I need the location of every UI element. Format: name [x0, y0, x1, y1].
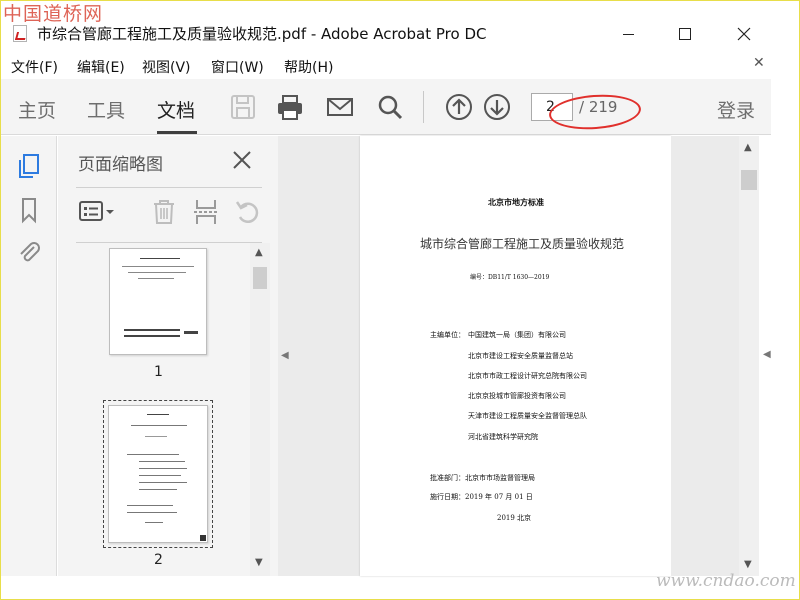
title-bar: 中国道桥网 市综合管廊工程施工及质量验收规范.pdf - Adobe Acrob… [1, 1, 799, 51]
doc-org: 中国建筑一局（集团）有限公司 [468, 331, 566, 339]
right-pane-strip: ◀ [763, 79, 799, 599]
close-icon [737, 27, 751, 41]
document-margin [671, 136, 739, 576]
window-title: 市综合管廊工程施工及质量验收规范.pdf - Adobe Acrobat Pro… [37, 25, 487, 43]
expand-right-pane-icon[interactable]: ◀ [763, 349, 771, 360]
watermark-url: www.cndao.com [656, 571, 796, 591]
save-icon[interactable] [229, 93, 257, 121]
scrollbar-thumb[interactable] [253, 267, 267, 289]
print-icon[interactable] [276, 93, 304, 121]
menu-help[interactable]: 帮助(H) [284, 57, 333, 77]
thumbnail-options-icon[interactable] [78, 198, 118, 226]
doc-approve: 批准部门：北京市市场监督管理局 [430, 474, 535, 482]
rotate-icon[interactable] [234, 198, 262, 226]
search-icon[interactable] [376, 93, 404, 121]
scroll-down-icon[interactable]: ▼ [255, 557, 263, 568]
active-tab-indicator [157, 131, 197, 134]
app-window: 中国道桥网 市综合管廊工程施工及质量验收规范.pdf - Adobe Acrob… [0, 0, 800, 600]
doc-code: 编号：DB11/T 1630—2019 [470, 274, 550, 281]
close-document-icon[interactable]: ✕ [753, 55, 765, 71]
thumbnail-number: 2 [154, 552, 163, 568]
thumbnail-scrollbar[interactable]: ▲ ▼ [250, 243, 270, 576]
crop-pages-icon[interactable] [192, 198, 220, 226]
scroll-up-icon[interactable]: ▲ [255, 247, 263, 258]
doc-org: 河北省建筑科学研究院 [468, 433, 538, 441]
doc-editor-label: 主编单位： [430, 331, 465, 339]
login-button[interactable]: 登录 [717, 96, 755, 123]
panel-title: 页面缩略图 [78, 155, 163, 175]
menu-edit[interactable]: 编辑(E) [77, 57, 125, 77]
menu-window[interactable]: 窗口(W) [211, 57, 264, 77]
menu-file[interactable]: 文件(F) [11, 57, 58, 77]
document-viewer: ◀ 北京市地方标准 城市综合管廊工程施工及质量验收规范 编号：DB11/T 16… [278, 136, 739, 576]
prev-page-icon[interactable] [445, 93, 473, 121]
tab-tools[interactable]: 工具 [87, 96, 125, 123]
thumbnail-number: 1 [154, 364, 163, 380]
scrollbar-thumb[interactable] [741, 170, 757, 190]
pdf-file-icon [13, 25, 27, 42]
page-thumbnails-icon[interactable] [15, 152, 43, 180]
doc-header: 北京市地方标准 [488, 197, 544, 207]
email-icon[interactable] [326, 93, 354, 121]
next-page-icon[interactable] [483, 93, 511, 121]
scroll-up-icon[interactable]: ▲ [744, 142, 752, 153]
doc-org: 北京京投城市管廊投资有限公司 [468, 392, 566, 400]
doc-footer: 2019 北京 [497, 514, 532, 522]
maximize-icon [679, 28, 691, 40]
minimize-button[interactable] [605, 19, 651, 49]
page-thumbnail-1[interactable] [109, 248, 207, 355]
doc-org: 北京市市政工程设计研究总院有限公司 [468, 372, 587, 380]
toolbar-divider [423, 91, 424, 123]
menu-bar: 文件(F) 编辑(E) 视图(V) 窗口(W) 帮助(H) ✕ [1, 51, 799, 79]
doc-org: 天津市建设工程质量安全监督管理总队 [468, 412, 587, 420]
doc-implement: 施行日期：2019 年 07 月 01 日 [430, 493, 533, 501]
main-toolbar: 主页 工具 文档 / 219 [1, 79, 771, 135]
document-page[interactable]: 北京市地方标准 城市综合管廊工程施工及质量验收规范 编号：DB11/T 1630… [360, 136, 671, 576]
close-icon[interactable] [230, 148, 254, 172]
doc-title: 城市综合管廊工程施工及质量验收规范 [420, 237, 625, 251]
delete-icon[interactable] [150, 198, 178, 226]
doc-org: 北京市建设工程安全质量监督总站 [468, 352, 573, 360]
document-margin: ◀ [278, 136, 360, 576]
close-window-button[interactable] [721, 19, 767, 49]
thumbnail-list: 1 2 [58, 243, 250, 576]
selected-thumbnail-outline [103, 400, 213, 548]
maximize-button[interactable] [662, 19, 708, 49]
document-scrollbar[interactable]: ▲ ▼ [739, 136, 759, 576]
tab-document[interactable]: 文档 [157, 96, 195, 123]
menu-view[interactable]: 视图(V) [142, 57, 191, 77]
divider [76, 187, 262, 188]
bookmark-icon[interactable] [15, 196, 43, 224]
minimize-icon [622, 33, 634, 35]
scroll-down-icon[interactable]: ▼ [744, 559, 752, 570]
navigation-rail [1, 136, 57, 576]
tab-home[interactable]: 主页 [18, 96, 56, 123]
attachment-icon[interactable] [15, 238, 43, 266]
thumbnail-panel: 页面缩略图 1 2 ▲ ▼ [58, 136, 278, 576]
collapse-panel-icon[interactable]: ◀ [281, 350, 289, 361]
